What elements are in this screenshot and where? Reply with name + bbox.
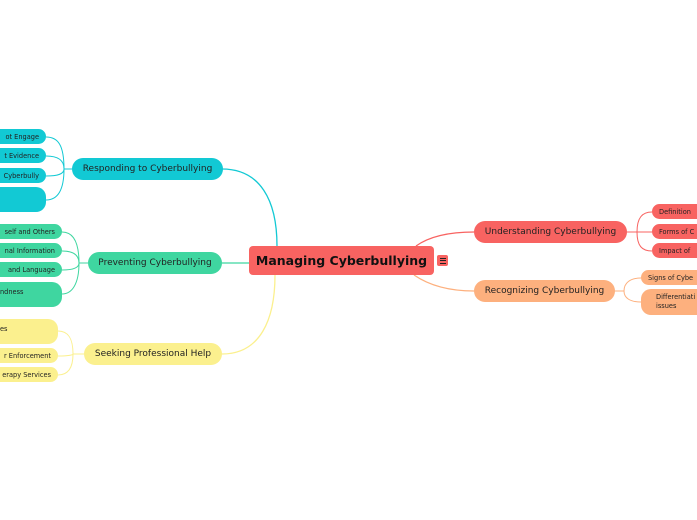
subtopic-label: r Enforcement — [4, 351, 51, 360]
subtopic-language[interactable]: and Language — [0, 262, 62, 277]
branch-recognizing-label: Recognizing Cyberbullying — [484, 286, 605, 296]
subtopic-label: t Evidence — [4, 151, 39, 160]
connectors-preventing — [61, 231, 88, 295]
connector-root-recognizing — [413, 274, 475, 292]
branch-seeking-help[interactable]: Seeking Professional Help — [84, 343, 222, 365]
connectors-seeking — [57, 330, 84, 376]
subtopic-resources[interactable]: es — [0, 319, 58, 344]
subtopic-label: erapy Services — [2, 370, 51, 379]
branch-responding[interactable]: Responding to Cyberbullying — [72, 158, 223, 180]
subtopic-forms[interactable]: Forms of C — [652, 224, 697, 239]
subtopic-label: ndness — [0, 288, 24, 296]
subtopic-differentiating[interactable]: Differentiati issues — [641, 289, 697, 315]
subtopic-therapy-services[interactable]: erapy Services — [0, 367, 58, 382]
subtopic-respect-others[interactable]: self and Others — [0, 224, 62, 239]
branch-understanding-label: Understanding Cyberbullying — [484, 227, 617, 237]
subtopic-block-cyberbully[interactable]: Cyberbully — [0, 168, 46, 183]
connector-root-understanding — [415, 231, 475, 247]
branch-recognizing[interactable]: Recognizing Cyberbullying — [474, 280, 615, 302]
connectors-recognizing — [614, 277, 642, 303]
subtopic-label: Forms of C — [659, 227, 695, 236]
subtopic-impact[interactable]: Impact of — [652, 243, 697, 258]
subtopic-signs[interactable]: Signs of Cybe — [641, 270, 697, 285]
branch-seeking-help-label: Seeking Professional Help — [94, 349, 212, 359]
subtopic-law-enforcement[interactable]: r Enforcement — [0, 348, 58, 363]
branch-responding-label: Responding to Cyberbullying — [82, 164, 213, 174]
subtopic-label: Cyberbully — [3, 171, 39, 180]
subtopic-label: ot Engage — [5, 132, 39, 141]
connectors-responding — [45, 136, 72, 201]
subtopic-label: nal Information — [4, 246, 55, 255]
subtopic-label: Signs of Cybe — [648, 273, 694, 282]
connectors-understanding — [627, 211, 653, 252]
subtopic-collect-evidence[interactable]: t Evidence — [0, 148, 46, 163]
branch-preventing[interactable]: Preventing Cyberbullying — [88, 252, 222, 274]
hamburger-menu-icon[interactable] — [437, 255, 448, 266]
subtopic-label: self and Others — [4, 227, 55, 236]
subtopic-responding-4[interactable] — [0, 187, 46, 212]
subtopic-kindness[interactable]: ndness — [0, 282, 62, 307]
subtopic-do-not-engage[interactable]: ot Engage — [0, 129, 46, 144]
subtopic-label: es — [0, 325, 8, 333]
subtopic-label: Definition — [659, 207, 691, 216]
subtopic-label: Impact of — [659, 246, 691, 255]
branch-preventing-label: Preventing Cyberbullying — [98, 258, 212, 268]
subtopic-label: Differentiati issues — [656, 293, 696, 310]
subtopic-personal-information[interactable]: nal Information — [0, 243, 62, 258]
root-node[interactable]: Managing Cyberbullying — [249, 246, 434, 275]
connector-root-seeking — [221, 274, 276, 355]
mindmap-canvas[interactable]: Managing Cyberbullying Responding to Cyb… — [0, 0, 697, 520]
branch-understanding[interactable]: Understanding Cyberbullying — [474, 221, 627, 243]
root-node-label: Managing Cyberbullying — [255, 253, 428, 268]
subtopic-definition[interactable]: Definition — [652, 204, 697, 219]
subtopic-label: and Language — [7, 265, 55, 274]
connector-root-responding — [221, 168, 278, 247]
